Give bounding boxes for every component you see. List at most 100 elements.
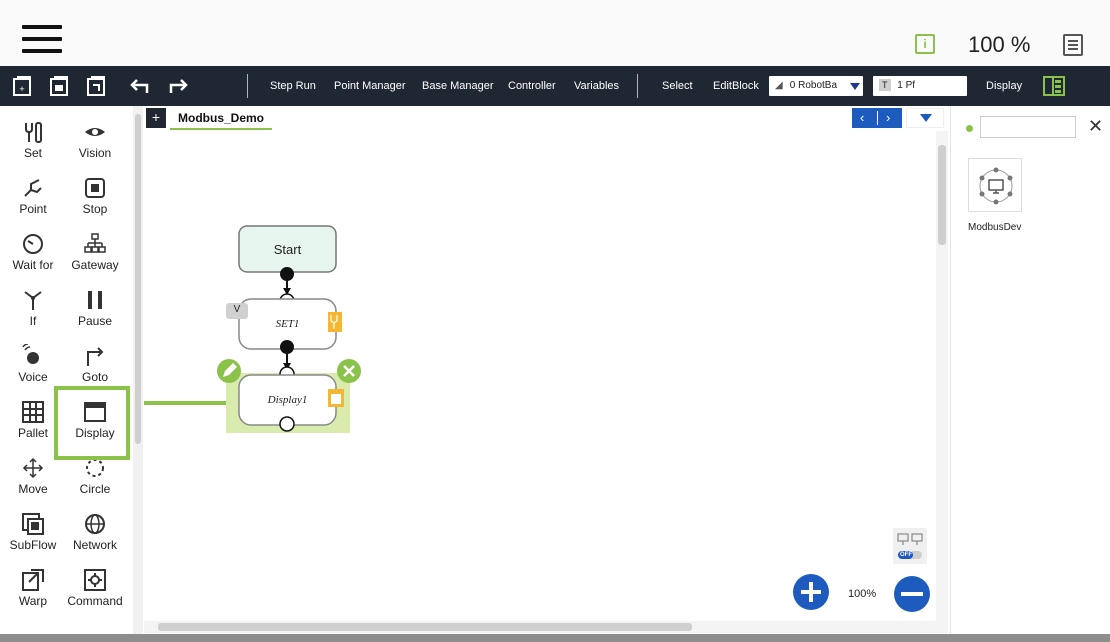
palette-item-label: Point xyxy=(19,202,47,216)
palette-item-label: Pause xyxy=(77,314,113,328)
output-port[interactable] xyxy=(279,416,295,432)
palette-item-vision[interactable]: Vision xyxy=(64,114,126,170)
device-label: ModbusDev xyxy=(968,222,1022,233)
zoom-in-button[interactable] xyxy=(793,574,829,610)
base-icon: ◢ xyxy=(775,80,783,91)
close-icon[interactable]: ✕ xyxy=(1088,116,1103,137)
minimap-toggle[interactable]: OFF xyxy=(893,528,927,564)
palette-item-label: Stop xyxy=(82,202,108,216)
chevron-down-icon[interactable] xyxy=(934,83,946,91)
scrollbar-thumb[interactable] xyxy=(938,145,946,245)
display-button[interactable]: Display xyxy=(986,80,1022,92)
canvas-vertical-scrollbar[interactable] xyxy=(936,131,948,621)
palette-item-label: Circle xyxy=(79,482,111,496)
palette-item-wait-for[interactable]: Wait for xyxy=(2,226,64,282)
palette-item-label: Wait for xyxy=(12,258,54,272)
hamburger-menu-icon[interactable] xyxy=(22,23,62,55)
point-icon xyxy=(24,179,42,197)
chevron-down-icon xyxy=(850,83,860,90)
controller-button[interactable]: Controller xyxy=(508,80,556,92)
top-bar: i 100 % xyxy=(0,0,1110,66)
palette-item-if[interactable]: If xyxy=(2,282,64,338)
edit-block-button[interactable]: EditBlock xyxy=(713,80,759,92)
palette-scrollbar[interactable] xyxy=(133,106,143,636)
palette-item-point[interactable]: Point xyxy=(2,170,64,226)
tab-modbus-demo[interactable]: Modbus_Demo xyxy=(170,108,273,130)
undo-icon[interactable] xyxy=(128,75,150,97)
chevron-down-icon xyxy=(920,114,932,122)
device-search-input[interactable] xyxy=(980,116,1076,138)
palette-highlight xyxy=(54,386,130,460)
palette-item-warp[interactable]: Warp xyxy=(2,562,64,618)
tab-menu-button[interactable] xyxy=(906,108,944,128)
goto-arrow-icon xyxy=(87,347,104,366)
zoom-level: 100 % xyxy=(968,32,1031,57)
stop-icon xyxy=(85,178,105,198)
output-port[interactable] xyxy=(280,267,294,281)
zoom-out-button[interactable] xyxy=(894,576,930,612)
set-icon xyxy=(25,122,42,143)
voice-icon xyxy=(22,344,39,364)
variables-button[interactable]: Variables xyxy=(574,80,619,92)
status-dot xyxy=(966,125,973,132)
palette-item-command[interactable]: Command xyxy=(64,562,126,618)
base-dropdown-value: 0 RobotBa xyxy=(789,80,838,91)
pallet-grid-icon xyxy=(22,401,44,423)
tool-dropdown[interactable]: T 1 Pf xyxy=(873,76,967,96)
variable-badge-label: V xyxy=(233,304,241,315)
palette-item-stop[interactable]: Stop xyxy=(64,170,126,226)
tool-dropdown-value: 1 Pf xyxy=(897,80,916,91)
palette-item-label: Move xyxy=(18,482,48,496)
palette-item-label: Set xyxy=(23,146,42,160)
scrollbar-thumb[interactable] xyxy=(158,623,692,631)
chevron-left-icon[interactable]: ‹ xyxy=(860,110,864,125)
command-icon xyxy=(84,569,106,591)
palette-item-set[interactable]: Set xyxy=(2,114,64,170)
move-icon xyxy=(22,457,44,479)
if-icon xyxy=(24,291,42,310)
palette-item-label: SubFlow xyxy=(9,538,57,552)
set1-node-label: SET1 xyxy=(275,318,300,330)
select-button[interactable]: Select xyxy=(662,80,693,92)
palette-item-label: Voice xyxy=(18,370,48,384)
palette-item-subflow[interactable]: SubFlow xyxy=(2,506,64,562)
palette-item-label: Command xyxy=(67,594,123,608)
palette-item-network[interactable]: Network xyxy=(64,506,126,562)
base-manager-button[interactable]: Base Manager xyxy=(422,80,494,92)
info-icon[interactable]: i xyxy=(915,34,935,54)
scrollbar-thumb[interactable] xyxy=(135,114,141,444)
tool-badge: T xyxy=(879,79,891,91)
output-port[interactable] xyxy=(280,340,294,354)
device-card-modbusdev[interactable] xyxy=(968,158,1022,212)
add-tab-button[interactable]: + xyxy=(146,108,166,128)
chevron-right-icon[interactable]: › xyxy=(886,110,890,125)
eye-icon xyxy=(85,128,105,136)
base-dropdown[interactable]: ◢ 0 RobotBa xyxy=(769,76,863,96)
start-node-label: Start xyxy=(273,242,302,257)
palette-item-label: Gateway xyxy=(71,258,119,272)
palette-item-gateway[interactable]: Gateway xyxy=(64,226,126,282)
redo-icon[interactable] xyxy=(168,75,190,97)
gateway-icon xyxy=(84,233,106,253)
palette-item-pause[interactable]: Pause xyxy=(64,282,126,338)
notes-icon[interactable] xyxy=(1063,34,1083,56)
toolbar: + Step Run Point Manager Base Manager Co… xyxy=(0,66,1110,106)
canvas-horizontal-scrollbar[interactable] xyxy=(144,621,948,633)
open-file-icon[interactable] xyxy=(49,75,71,97)
palette-item-label: Network xyxy=(72,538,117,552)
bottom-edge xyxy=(0,634,1110,642)
panel-toggle-icon[interactable] xyxy=(1043,75,1065,97)
tab-nav-divider xyxy=(877,111,878,125)
flow-diagram xyxy=(144,225,361,433)
warp-icon xyxy=(22,569,44,591)
toolbar-divider xyxy=(637,74,638,98)
palette-item-label: Warp xyxy=(18,594,48,608)
toggle-state-label: OFF xyxy=(900,552,912,558)
tab-navigation[interactable]: ‹ › xyxy=(852,108,902,128)
new-file-icon[interactable]: + xyxy=(12,75,34,97)
flow-canvas[interactable]: Start SET1 V Display1 xyxy=(144,131,936,621)
step-run-button[interactable]: Step Run xyxy=(270,80,316,92)
point-manager-button[interactable]: Point Manager xyxy=(334,80,406,92)
save-file-icon[interactable] xyxy=(86,75,108,97)
node-palette: Set Vision Point Stop Wait for Gateway I… xyxy=(0,106,132,636)
